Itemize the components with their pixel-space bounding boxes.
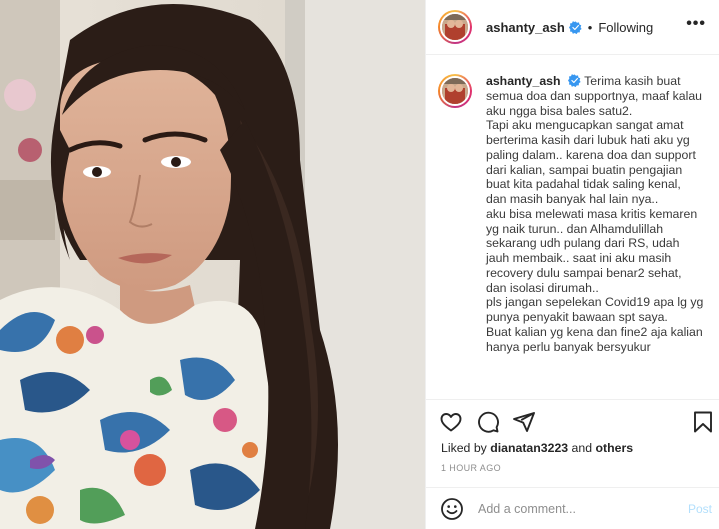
liked-by-others-link[interactable]: others [596, 441, 634, 455]
header-separator: • [587, 19, 593, 35]
more-options-icon[interactable]: ••• [686, 15, 706, 33]
likes-middle: and [568, 441, 596, 455]
verified-badge-icon [568, 20, 582, 34]
liked-by-user-link[interactable]: dianatan3223 [490, 441, 568, 455]
avatar-image [442, 14, 468, 40]
emoji-icon[interactable] [440, 497, 464, 521]
profile-avatar[interactable] [438, 10, 472, 44]
caption-avatar[interactable] [438, 74, 472, 108]
post-timestamp[interactable]: 1 HOUR AGO [441, 463, 501, 473]
caption-username[interactable]: ashanty_ash [486, 74, 561, 88]
bookmark-icon[interactable] [691, 410, 715, 434]
comments-section[interactable]: ashanty_ash Terima kasih buat semua doa … [426, 56, 719, 398]
likes-prefix: Liked by [441, 441, 491, 455]
share-icon[interactable] [512, 410, 536, 434]
heart-icon[interactable] [439, 410, 463, 434]
post-photo[interactable] [0, 0, 425, 529]
caption-body: ashanty_ash Terima kasih buat semua doa … [486, 74, 704, 354]
avatar-image [442, 78, 468, 104]
caption: ashanty_ash Terima kasih buat semua doa … [438, 74, 704, 354]
post-sidebar: ashanty_ash • Following ••• ashanty_ash … [425, 0, 719, 529]
following-button[interactable]: Following [598, 20, 653, 35]
action-bar [426, 399, 719, 439]
add-comment-bar: Post [426, 487, 719, 529]
header-username[interactable]: ashanty_ash [486, 20, 565, 35]
verified-badge-icon [567, 74, 581, 87]
comment-icon[interactable] [476, 410, 500, 434]
comment-input[interactable] [478, 501, 678, 516]
post-comment-button[interactable]: Post [688, 502, 712, 516]
caption-text: Terima kasih buat semua doa dan supportn… [486, 74, 704, 354]
selfie-image [0, 0, 425, 529]
likes-line: Liked by dianatan3223 and others [441, 441, 633, 455]
post-header: ashanty_ash • Following ••• [426, 0, 719, 55]
